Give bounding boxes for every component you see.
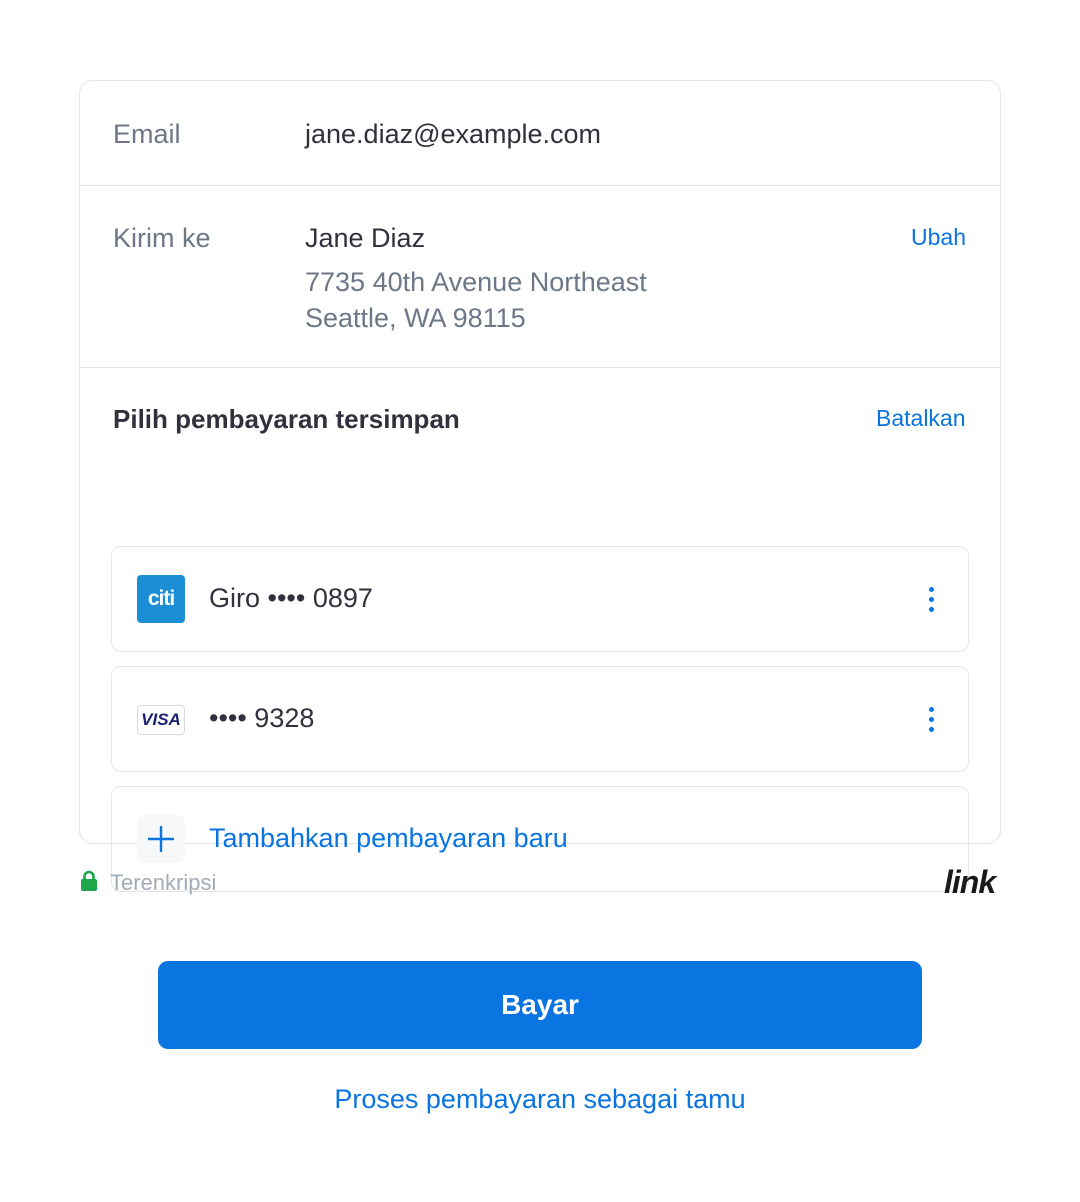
more-options-icon[interactable]: [922, 703, 942, 735]
shipping-address-line2: Seattle, WA 98115: [305, 303, 526, 333]
citi-logo-text: citi: [147, 587, 175, 610]
more-options-icon[interactable]: [922, 583, 942, 615]
link-brand-logo: link: [944, 864, 996, 900]
guest-checkout-link[interactable]: Proses pembayaran sebagai tamu: [0, 1084, 1080, 1115]
plus-icon: [137, 815, 185, 863]
payment-section-title: Pilih pembayaran tersimpan: [113, 404, 460, 434]
email-row: Email jane.diaz@example.com: [80, 81, 1000, 186]
add-payment-label: Tambahkan pembayaran baru: [209, 823, 568, 853]
shipping-label: Kirim ke: [113, 223, 211, 253]
cancel-link[interactable]: Batalkan: [876, 405, 966, 432]
shipping-row: Kirim ke Jane Diaz 7735 40th Avenue Nort…: [80, 186, 1000, 368]
citi-bank-logo: citi: [137, 575, 185, 623]
encrypted-indicator: Terenkripsi: [80, 868, 216, 898]
lock-icon: [80, 870, 98, 897]
visa-logo-text: VISA: [141, 710, 181, 729]
payment-section: Pilih pembayaran tersimpan Batalkan citi…: [80, 368, 1000, 892]
payment-method-citi[interactable]: citi Giro •••• 0897: [111, 546, 969, 652]
visa-logo: VISA: [137, 705, 185, 735]
add-payment-method-button[interactable]: Tambahkan pembayaran baru: [111, 786, 969, 892]
shipping-address-line1: 7735 40th Avenue Northeast: [305, 267, 647, 297]
change-address-link[interactable]: Ubah: [911, 224, 966, 251]
encrypted-label: Terenkripsi: [110, 870, 217, 895]
email-value: jane.diaz@example.com: [305, 119, 602, 149]
payment-method-visa[interactable]: VISA •••• 9328: [111, 666, 969, 772]
pay-button[interactable]: Bayar: [158, 961, 922, 1049]
email-label: Email: [113, 119, 181, 149]
checkout-card: Email jane.diaz@example.com Kirim ke Jan…: [79, 80, 1001, 892]
shipping-name: Jane Diaz: [305, 223, 426, 253]
payment-method-label: •••• 9328: [209, 703, 315, 733]
payment-method-label: Giro •••• 0897: [209, 583, 373, 613]
